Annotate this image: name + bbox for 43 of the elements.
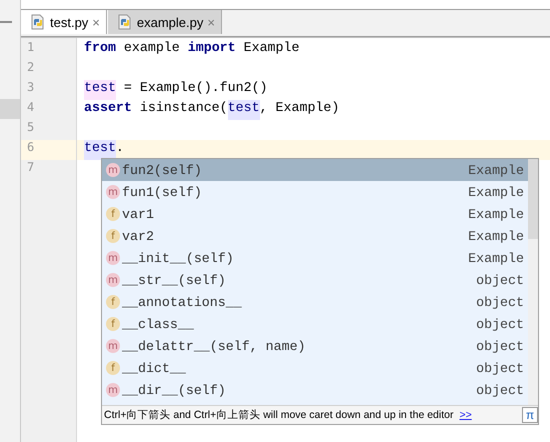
python-file-icon	[116, 14, 133, 30]
hint-text: Ctrl+向下箭头 and Ctrl+向上箭头 will move caret down and up in the editor	[103, 408, 454, 422]
field-icon: f	[106, 295, 120, 309]
more-link[interactable]: >>	[459, 409, 472, 421]
code-line: test = Example().fun2()	[84, 80, 268, 100]
completion-item[interactable]: f var1 Example	[102, 203, 528, 225]
file-tab[interactable]: example.py ×	[106, 10, 222, 34]
completion-item[interactable]: m fun1(self) Example	[102, 181, 528, 203]
code-line: assert isinstance(test, Example)	[84, 100, 340, 120]
line-number: 2	[26, 60, 36, 76]
completion-item[interactable]: m __str__(self) object	[102, 269, 528, 291]
code-line: test.	[84, 140, 124, 160]
line-number: 1	[26, 40, 36, 56]
completion-item[interactable]: m __delattr__(self, name) object	[102, 335, 528, 357]
line-number: 3	[26, 80, 36, 96]
line-number: 4	[26, 100, 36, 116]
scrollbar[interactable]	[528, 159, 538, 405]
selected-panel-item[interactable]	[0, 99, 20, 119]
method-icon: m	[106, 185, 120, 199]
python-file-icon	[30, 14, 46, 30]
completion-item[interactable]: m fun2(self) Example	[102, 159, 528, 181]
method-icon: m	[106, 339, 120, 353]
completion-item[interactable]: f __dict__ object	[102, 357, 528, 379]
field-icon: f	[106, 207, 120, 221]
pi-button[interactable]: π	[522, 407, 538, 423]
file-tab[interactable]: test.py ×	[21, 10, 107, 34]
method-icon: m	[106, 383, 120, 397]
method-icon: m	[106, 251, 120, 265]
completion-item[interactable]: f var2 Example	[102, 225, 528, 247]
completion-item[interactable]: m __init__(self) Example	[102, 247, 528, 269]
line-number: 7	[26, 160, 36, 176]
completion-item[interactable]: m __dir__(self) object	[102, 379, 528, 401]
completion-item[interactable]: f __class__ object	[102, 313, 528, 335]
completion-item[interactable]: f __annotations__ object	[102, 291, 528, 313]
field-icon: f	[106, 361, 120, 375]
line-number: 5	[26, 120, 36, 136]
code-line: from example import Example	[84, 40, 300, 57]
field-icon: f	[106, 317, 120, 331]
close-icon[interactable]: ×	[92, 14, 100, 30]
method-icon: m	[106, 273, 120, 287]
line-number: 6	[21, 140, 76, 160]
method-icon: m	[106, 163, 120, 177]
field-icon: f	[106, 229, 120, 243]
